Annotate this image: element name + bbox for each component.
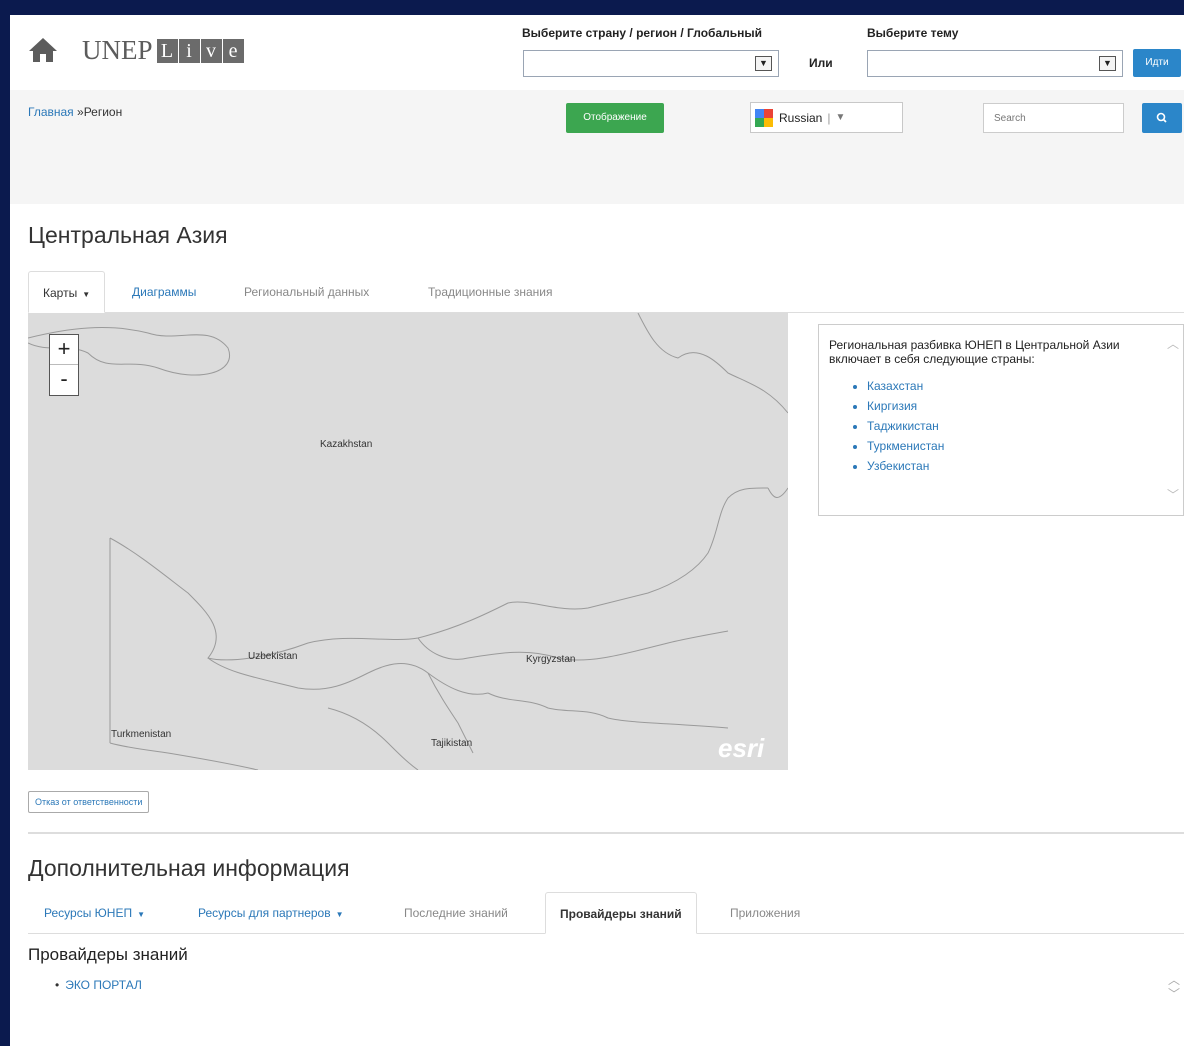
theme-select-label: Выберите тему	[867, 26, 959, 40]
country-link[interactable]: Узбекистан	[867, 456, 1153, 476]
logo-letter: i	[178, 38, 200, 63]
display-button[interactable]: Отображение	[566, 103, 664, 133]
map-label-turkmenistan: Turkmenistan	[111, 729, 172, 740]
top-bar: UNEP L i v e Выберите страну / регион / …	[10, 15, 1184, 90]
dropdown-triangle-icon: ▼	[835, 112, 846, 123]
page-title: Центральная Азия	[28, 222, 228, 248]
search-input[interactable]: Search	[983, 103, 1124, 133]
knowledge-providers-list: ЭКО ПОРТАЛ	[55, 978, 142, 992]
region-info-text: Региональная разбивка ЮНЕП в Центральной…	[829, 338, 1120, 366]
breadcrumb-current: Регион	[83, 105, 123, 119]
language-label: Russian	[779, 110, 823, 125]
tab-knowledge-providers[interactable]: Провайдеры знаний	[545, 892, 697, 934]
map-zoom-control: + -	[49, 334, 79, 396]
tab-charts[interactable]: Диаграммы	[118, 271, 210, 313]
zoom-in-button[interactable]: +	[50, 335, 78, 365]
tab-partner-resources[interactable]: Ресурсы для партнеров ▼	[184, 892, 358, 934]
country-select-label: Выберите страну / регион / Глобальный	[522, 26, 762, 40]
country-link[interactable]: Туркменистан	[867, 436, 1153, 456]
knowledge-provider-link[interactable]: ЭКО ПОРТАЛ	[55, 978, 142, 992]
region-info-panel: Региональная разбивка ЮНЕП в Центральной…	[818, 324, 1184, 516]
breadcrumb-home-link[interactable]: Главная	[28, 105, 74, 119]
caret-down-icon: ▼	[137, 910, 145, 919]
country-link[interactable]: Таджикистан	[867, 416, 1153, 436]
list-scroll-icon[interactable]: ︿ ﹀	[1168, 973, 1180, 1001]
breadcrumb-separator: »	[73, 105, 84, 119]
logo-letter: L	[156, 38, 178, 63]
logo-letter: v	[200, 38, 222, 63]
map-borders	[28, 313, 788, 770]
language-selector[interactable]: Russian | ▼	[750, 102, 903, 133]
tab-traditional-knowledge[interactable]: Традиционные знания	[414, 271, 566, 313]
main-tabs: Карты ▼ Диаграммы Региональный данных Тра…	[28, 271, 1184, 313]
language-divider: |	[827, 110, 831, 125]
map-view[interactable]: + - Kazakhstan Uzbekistan Kyrgyzstan Tur…	[28, 313, 788, 770]
page: UNEP L i v e Выберите страну / регион / …	[10, 15, 1184, 1046]
scroll-down-icon[interactable]: ﹀	[1167, 486, 1179, 503]
scroll-up-icon[interactable]: ︿	[1167, 335, 1179, 352]
additional-tabs: Ресурсы ЮНЕП ▼ Ресурсы для партнеров ▼ Пос…	[28, 892, 1184, 934]
country-list: Казахстан Киргизия Таджикистан Туркменис…	[867, 376, 1153, 476]
chevron-down-icon[interactable]: ▼	[755, 56, 772, 71]
zoom-out-button[interactable]: -	[50, 365, 78, 395]
esri-logo: esri	[718, 733, 765, 763]
search-button[interactable]	[1142, 103, 1182, 133]
tab-regional-data[interactable]: Региональный данных	[230, 271, 383, 313]
breadcrumb-bar: Главная »Регион Отображение Russian | ▼ …	[10, 90, 1184, 204]
map-label-tajikistan: Tajikistan	[431, 738, 473, 749]
logo-unep-text: UNEP	[82, 35, 153, 65]
tab-latest-knowledge[interactable]: Последние знаний	[390, 892, 522, 934]
tab-label: Карты	[43, 286, 78, 300]
tab-maps[interactable]: Карты ▼	[28, 271, 106, 313]
tab-unep-resources[interactable]: Ресурсы ЮНЕП ▼	[30, 892, 159, 934]
home-icon[interactable]	[27, 36, 59, 64]
chevron-down-icon[interactable]: ▼	[1099, 56, 1116, 71]
search-icon	[1156, 112, 1167, 123]
country-link[interactable]: Казахстан	[867, 376, 1153, 396]
country-select[interactable]: ▼	[523, 50, 779, 77]
map-label-kazakhstan: Kazakhstan	[320, 439, 373, 450]
map-label-uzbekistan: Uzbekistan	[248, 651, 298, 662]
section-divider	[28, 832, 1184, 834]
map-label-kyrgyzstan: Kyrgyzstan	[526, 654, 576, 665]
tab-label: Ресурсы ЮНЕП	[44, 906, 133, 920]
tab-applications[interactable]: Приложения	[716, 892, 814, 934]
disclaimer-button[interactable]: Отказ от ответственности	[28, 791, 150, 813]
country-link[interactable]: Киргизия	[867, 396, 1153, 416]
google-translate-icon	[755, 108, 773, 127]
tab-label: Ресурсы для партнеров	[198, 906, 331, 920]
or-label: Или	[809, 56, 833, 70]
caret-down-icon: ▼	[82, 290, 91, 299]
caret-down-icon: ▼	[335, 910, 344, 919]
unep-live-logo[interactable]: UNEP L i v e	[82, 35, 245, 66]
breadcrumb: Главная »Регион	[28, 105, 122, 119]
knowledge-providers-title: Провайдеры знаний	[28, 945, 188, 964]
go-button[interactable]: Идти	[1133, 49, 1181, 77]
theme-select[interactable]: ▼	[867, 50, 1123, 77]
additional-info-title: Дополнительная информация	[28, 855, 350, 881]
logo-letter: e	[222, 38, 244, 63]
logo-live-text: L i v e	[156, 38, 245, 63]
